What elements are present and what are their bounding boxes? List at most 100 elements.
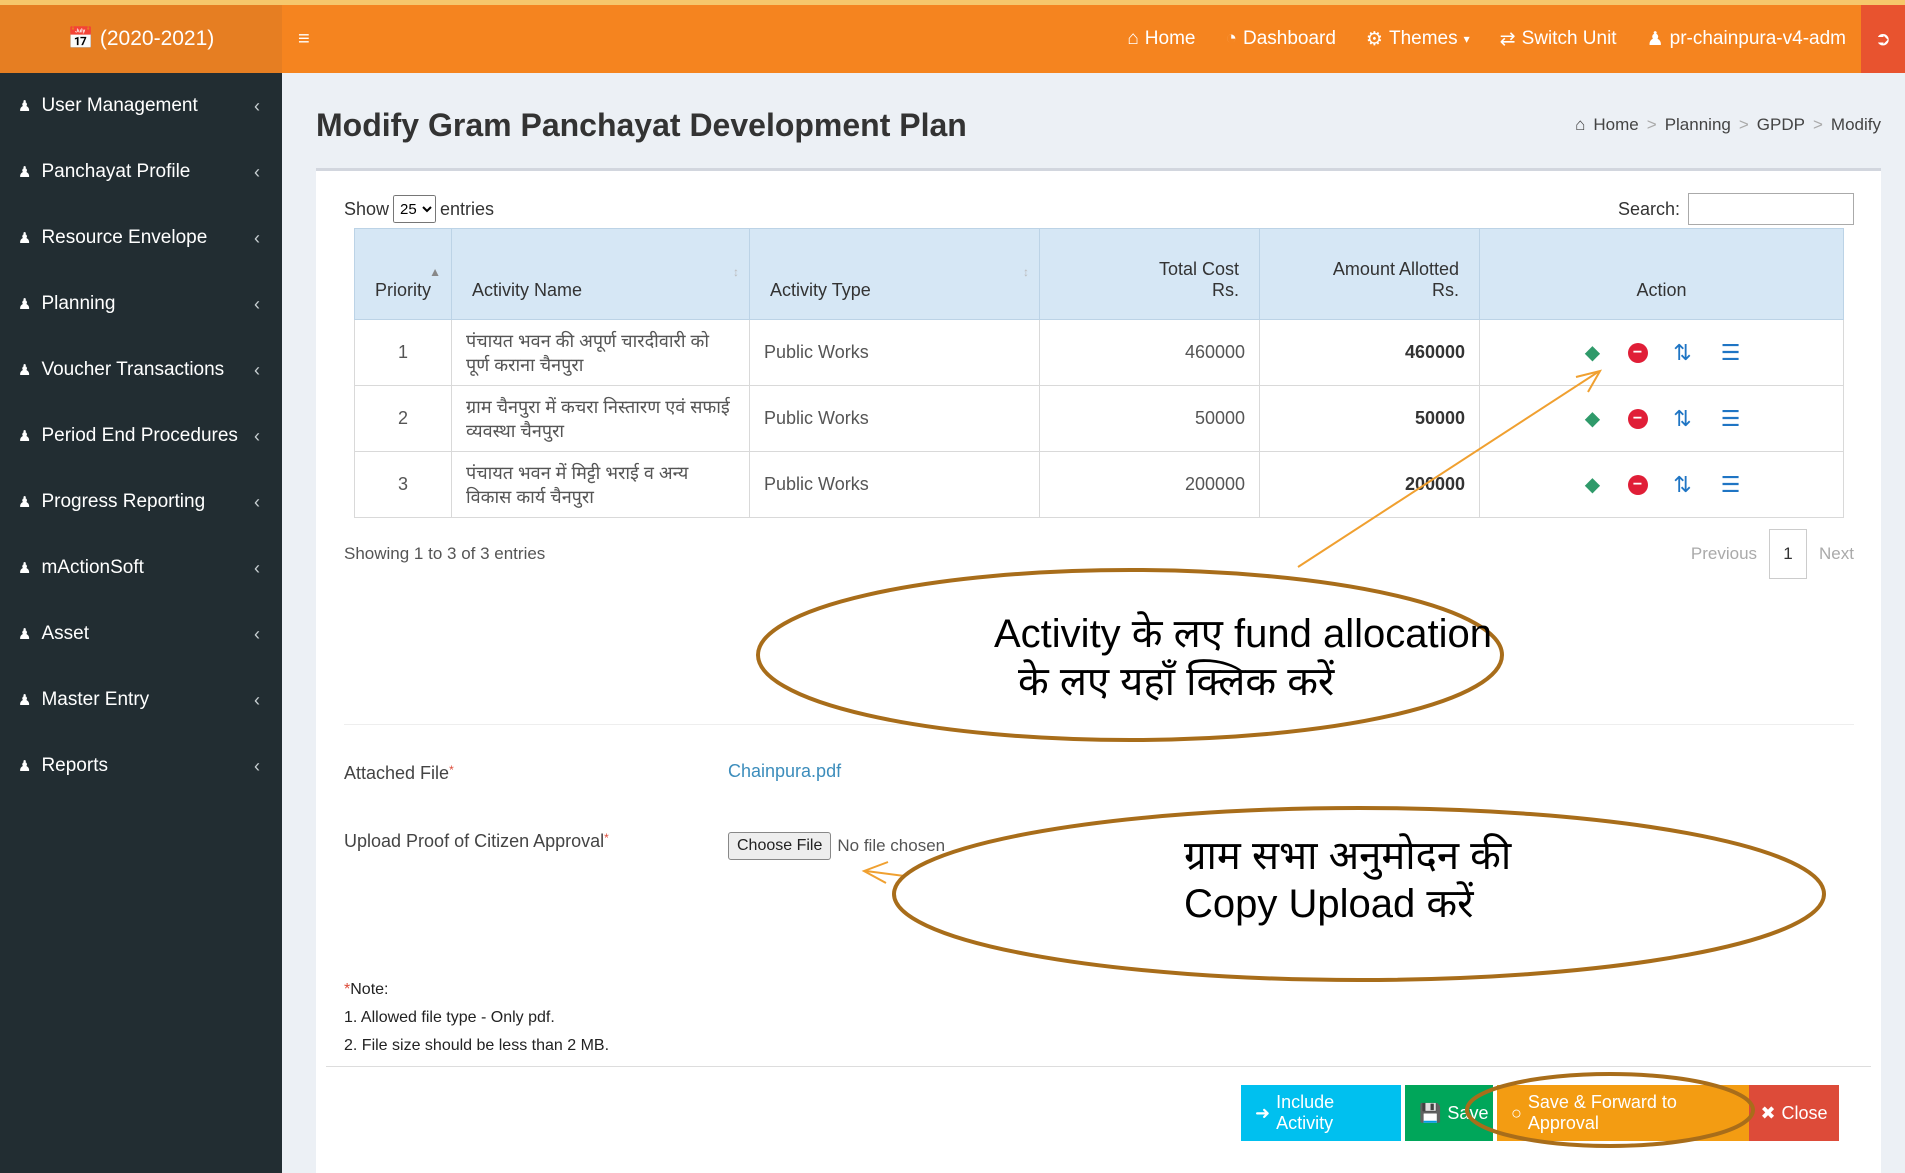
nav-switch-unit[interactable]: ⇄ Switch Unit	[1485, 5, 1632, 73]
save-button[interactable]: 💾 Save	[1405, 1085, 1493, 1141]
callout-upload-copy: ग्राम सभा अनुमोदन की Copy Upload करें	[1184, 832, 1511, 928]
note-block: *Note: 1. Allowed file type - Only pdf. …	[344, 976, 609, 1060]
money-icon[interactable]: ◆	[1580, 340, 1606, 366]
hamburger-icon[interactable]: ≡	[298, 28, 310, 51]
header-priority[interactable]: Priority ▲	[353, 228, 453, 320]
callout-fund-allocation: Activity के लए fund allocation के लए यहा…	[994, 610, 1492, 706]
user-icon: ♟	[18, 164, 32, 181]
save-label: Save	[1447, 1102, 1489, 1123]
pagination-next[interactable]: Next	[1819, 544, 1854, 564]
brand-year[interactable]: 📅 (2020-2021)	[0, 5, 282, 73]
chevron-left-icon: ‹	[254, 491, 260, 512]
user-icon: ♟	[18, 758, 32, 775]
activity-table: Priority ▲ Activity Name ↕ Activity Type…	[353, 228, 1844, 518]
page-title: Modify Gram Panchayat Development Plan	[316, 106, 967, 143]
sidebar-item-progress-reporting[interactable]: ♟ Progress Reporting ‹	[0, 469, 282, 535]
sidebar-item-label: Reports	[41, 755, 108, 776]
breadcrumb-separator: >	[1812, 115, 1823, 134]
save-forward-approval-button[interactable]: ○ Save & Forward to Approval	[1497, 1085, 1749, 1141]
sidebar-item-user-management[interactable]: ♟ User Management ‹	[0, 73, 282, 139]
sidebar-item-label: Planning	[41, 293, 116, 314]
delete-icon[interactable]: −	[1627, 474, 1648, 495]
breadcrumb-planning[interactable]: Planning	[1665, 115, 1731, 135]
sidebar-item-label: Voucher Transactions	[41, 359, 225, 380]
nav-themes[interactable]: ⚙ Themes ▾	[1351, 5, 1485, 73]
sidebar-item-reports[interactable]: ♟ Reports ‹	[0, 733, 282, 799]
nav-user[interactable]: ♟ pr-chainpura-v4-adm	[1632, 5, 1861, 73]
details-icon[interactable]: ☰	[1718, 472, 1744, 498]
table-info: Showing 1 to 3 of 3 entries	[344, 544, 546, 563]
include-activity-button[interactable]: ➜ Include Activity	[1241, 1085, 1401, 1141]
header-amount-allotted[interactable]: Amount Allotted Rs.	[1259, 228, 1481, 320]
breadcrumb-home[interactable]: Home	[1593, 115, 1638, 135]
entries-label: entries	[440, 198, 495, 219]
delete-icon[interactable]: −	[1627, 408, 1648, 429]
user-icon: ♟	[18, 494, 32, 511]
arrow-right-icon: ➜	[1255, 1102, 1271, 1123]
sidebar: ♟ User Management ‹ ♟ Panchayat Profile …	[0, 73, 282, 1173]
delete-icon[interactable]: −	[1627, 342, 1648, 363]
sidebar-item-mactionsoft[interactable]: ♟ mActionSoft ‹	[0, 535, 282, 601]
callout-1-line-1: Activity के लए fund allocation	[994, 612, 1492, 656]
chevron-left-icon: ‹	[254, 623, 260, 644]
nav-switch-unit-label: Switch Unit	[1521, 28, 1617, 49]
sidebar-item-label: Master Entry	[41, 689, 150, 710]
search-wrap: Search:	[1618, 193, 1854, 225]
table-footer: Showing 1 to 3 of 3 entries Previous 1 N…	[344, 529, 1854, 579]
header-total-cost-unit: Rs.	[1212, 280, 1240, 300]
sidebar-item-voucher-transactions[interactable]: ♟ Voucher Transactions ‹	[0, 337, 282, 403]
required-marker: *	[449, 763, 454, 777]
cell-amount-allotted: 50000	[1259, 385, 1481, 452]
nav-user-label: pr-chainpura-v4-adm	[1669, 28, 1846, 49]
upload-proof-label: Upload Proof of Citizen Approval*	[344, 831, 609, 852]
no-file-text: No file chosen	[837, 836, 946, 855]
sidebar-item-period-end-procedures[interactable]: ♟ Period End Procedures ‹	[0, 403, 282, 469]
header-total-cost[interactable]: Total Cost Rs.	[1039, 228, 1261, 320]
caret-down-icon: ▾	[1463, 32, 1470, 46]
sidebar-item-label: Period End Procedures	[41, 425, 238, 446]
search-label: Search:	[1617, 198, 1680, 219]
change-icon[interactable]: ⇅	[1670, 406, 1696, 432]
breadcrumb: ⌂ Home > Planning > GPDP > Modify	[1575, 115, 1881, 135]
details-icon[interactable]: ☰	[1718, 340, 1744, 366]
header-activity-name[interactable]: Activity Name ↕	[451, 228, 751, 320]
money-icon[interactable]: ◆	[1580, 472, 1606, 498]
change-icon[interactable]: ⇅	[1670, 340, 1696, 366]
close-icon: ✖	[1760, 1102, 1776, 1123]
cell-activity-type: Public Works	[749, 451, 1041, 518]
attached-file-label: Attached File*	[344, 763, 454, 784]
entries-select[interactable]: 25	[393, 195, 437, 223]
pagination-previous[interactable]: Previous	[1691, 544, 1757, 564]
money-icon[interactable]: ◆	[1580, 406, 1606, 432]
sign-out-icon: ➲	[1875, 28, 1891, 50]
close-button[interactable]: ✖ Close	[1749, 1085, 1839, 1141]
sidebar-item-panchayat-profile[interactable]: ♟ Panchayat Profile ‹	[0, 139, 282, 205]
exchange-icon: ⇄	[1499, 28, 1516, 50]
note-line-2: 2. File size should be less than 2 MB.	[344, 1037, 610, 1054]
sign-out-button[interactable]: ➲	[1861, 5, 1905, 73]
sidebar-item-label: Panchayat Profile	[41, 161, 191, 182]
sidebar-item-resource-envelope[interactable]: ♟ Resource Envelope ‹	[0, 205, 282, 271]
sort-icon: ↕	[1023, 265, 1030, 279]
upload-proof-input: Choose File No file chosen	[728, 832, 945, 860]
sidebar-item-asset[interactable]: ♟ Asset ‹	[0, 601, 282, 667]
breadcrumb-separator: >	[1646, 115, 1657, 134]
search-input[interactable]	[1688, 193, 1854, 225]
user-icon: ♟	[18, 428, 32, 445]
cell-priority: 3	[353, 451, 453, 518]
chevron-left-icon: ‹	[254, 161, 260, 182]
nav-home[interactable]: ⌂ Home	[1112, 5, 1210, 73]
details-icon[interactable]: ☰	[1718, 406, 1744, 432]
attached-file-link[interactable]: Chainpura.pdf	[728, 761, 841, 782]
cell-activity-type: Public Works	[749, 319, 1041, 386]
choose-file-button[interactable]: Choose File	[728, 832, 832, 860]
sidebar-item-master-entry[interactable]: ♟ Master Entry ‹	[0, 667, 282, 733]
close-label: Close	[1781, 1102, 1828, 1123]
nav-dashboard[interactable]: ◔ Dashboard	[1210, 5, 1350, 73]
sidebar-item-planning[interactable]: ♟ Planning ‹	[0, 271, 282, 337]
breadcrumb-gpdp[interactable]: GPDP	[1757, 115, 1805, 135]
pagination-page[interactable]: 1	[1769, 529, 1808, 579]
header-activity-type[interactable]: Activity Type ↕	[749, 228, 1041, 320]
change-icon[interactable]: ⇅	[1670, 472, 1696, 498]
nav-dashboard-label: Dashboard	[1242, 28, 1336, 49]
